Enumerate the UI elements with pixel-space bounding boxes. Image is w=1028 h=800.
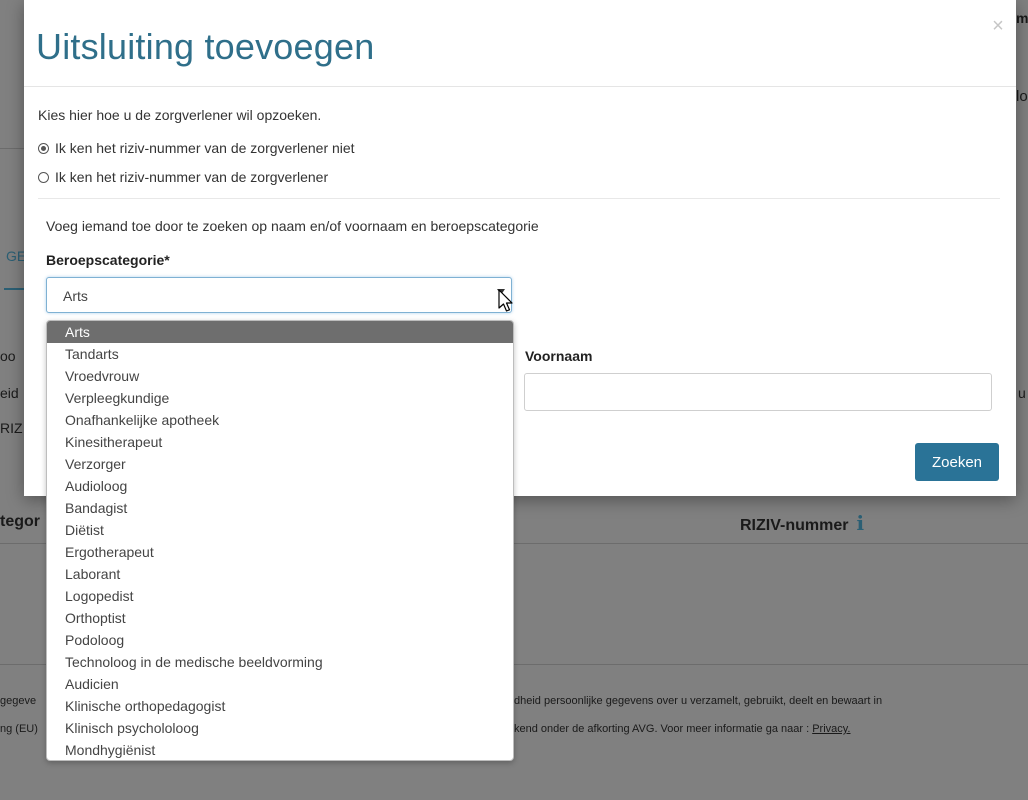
bg-footer-left-1: gegeve: [0, 695, 37, 707]
dropdown-option[interactable]: Audicien: [47, 673, 513, 695]
bg-fragment-top-right: ma: [1016, 10, 1028, 26]
bg-tab-underline: [4, 288, 24, 290]
modal-title: Uitsluiting toevoegen: [36, 26, 375, 67]
info-icon[interactable]: i: [856, 511, 864, 535]
search-instruction: Voeg iemand toe door te zoeken op naam e…: [46, 218, 539, 234]
bg-fragment-row2: eid: [0, 385, 19, 401]
search-button[interactable]: Zoeken: [915, 443, 999, 481]
dropdown-option[interactable]: Audioloog: [47, 475, 513, 497]
dropdown-option[interactable]: Verzorger: [47, 453, 513, 475]
dropdown-option[interactable]: Tandarts: [47, 343, 513, 365]
close-icon[interactable]: ×: [988, 16, 1008, 36]
bg-fragment-row1: oo: [0, 348, 16, 364]
dropdown-option[interactable]: Bandagist: [47, 497, 513, 519]
dropdown-option[interactable]: Diëtist: [47, 519, 513, 541]
category-label: Beroepscategorie*: [46, 252, 170, 268]
category-select[interactable]: Arts: [46, 277, 512, 313]
radio-label: Ik ken het riziv-nummer van de zorgverle…: [55, 169, 329, 185]
category-select-value: Arts: [63, 288, 88, 304]
firstname-label: Voornaam: [525, 348, 593, 364]
radio-label: Ik ken het riziv-nummer van de zorgverle…: [55, 140, 355, 156]
dropdown-option[interactable]: Klinische orthopedagogist: [47, 695, 513, 717]
bg-footer-left-2: ng (EU): [0, 723, 38, 735]
bg-category-header: tegor: [0, 513, 40, 530]
section-divider: [38, 198, 1000, 199]
modal-header: Uitsluiting toevoegen ×: [24, 0, 1016, 87]
radio-unchecked-icon[interactable]: [38, 171, 49, 183]
radio-option-riziv-unknown[interactable]: Ik ken het riziv-nummer van de zorgverle…: [38, 140, 355, 156]
bg-footer-text-2: kend onder de afkorting AVG. Voor meer i…: [514, 723, 813, 735]
bg-fragment-right-edge: u: [1018, 385, 1026, 401]
bg-footer-right-2: kend onder de afkorting AVG. Voor meer i…: [514, 723, 851, 735]
dropdown-option[interactable]: Vroedvrouw: [47, 365, 513, 387]
radio-option-riziv-known[interactable]: Ik ken het riziv-nummer van de zorgverle…: [38, 169, 328, 185]
dropdown-option[interactable]: Laborant: [47, 563, 513, 585]
dropdown-option[interactable]: Logopedist: [47, 585, 513, 607]
category-dropdown-list: Arts Tandarts Vroedvrouw Verpleegkundige Ona…: [46, 320, 514, 761]
bg-fragment-mid-right: lo: [1016, 88, 1028, 105]
dropdown-option[interactable]: Podoloog: [47, 629, 513, 651]
dropdown-option[interactable]: Ergotherapeut: [47, 541, 513, 563]
dropdown-option[interactable]: Arts: [47, 321, 513, 343]
dropdown-option[interactable]: Mondhygiënist: [47, 739, 513, 760]
dropdown-option[interactable]: Onafhankelijke apotheek: [47, 409, 513, 431]
firstname-input[interactable]: [524, 373, 992, 411]
bg-riziv-header-label: RIZIV-nummer: [740, 517, 849, 534]
dropdown-option[interactable]: Klinisch psychololoog: [47, 717, 513, 739]
dropdown-option[interactable]: Technoloog in de medische beeldvorming: [47, 651, 513, 673]
bg-fragment-row3: RIZ: [0, 420, 23, 436]
dropdown-option[interactable]: Kinesitherapeut: [47, 431, 513, 453]
dropdown-option[interactable]: Verpleegkundige: [47, 387, 513, 409]
bg-footer-right-1: dheid persoonlijke gegevens over u verza…: [514, 695, 883, 707]
bg-riziv-header: RIZIV-nummer i: [740, 511, 864, 535]
privacy-link[interactable]: Privacy.: [812, 723, 850, 735]
search-method-intro: Kies hier hoe u de zorgverlener wil opzo…: [38, 107, 322, 123]
mouse-pointer-icon: [498, 289, 513, 312]
dropdown-option[interactable]: Orthoptist: [47, 607, 513, 629]
radio-checked-icon[interactable]: [38, 142, 49, 154]
bg-divider: [0, 148, 24, 149]
